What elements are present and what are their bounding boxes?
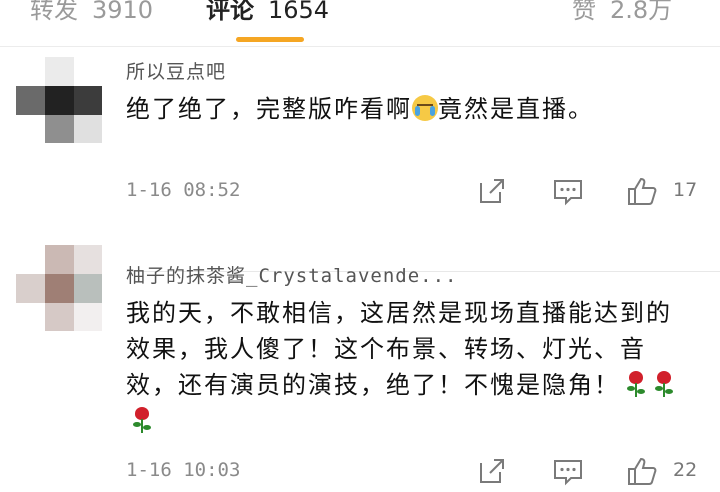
tab-count: 2.8万 [610,0,673,24]
tab-likes[interactable]: 赞 2.8万 [572,0,672,25]
comment-icon [554,460,582,486]
tab-label: 评论 [206,0,254,24]
thumbs-up-icon [628,457,657,485]
comment-text: 我的天，不敢相信，这居然是现场直播能达到的效果，我人傻了！这个布景、转场、灯光、… [126,295,686,439]
comment-icon [554,180,582,206]
tab-count: 1654 [268,0,330,24]
comment-timestamp: 1-16 10:03 [126,459,241,481]
comment-meta: 1-16 08:52 17 [126,175,706,211]
comment-timestamp: 1-16 08:52 [126,179,241,201]
avatar[interactable] [16,57,102,143]
comment-text-part: 我的天，不敢相信，这居然是现场直播能达到的效果，我人傻了！这个布景、转场、灯光、… [126,299,672,399]
active-tab-indicator [236,37,304,42]
tab-count: 3910 [92,0,154,24]
reply-button[interactable] [552,455,584,487]
tab-label: 赞 [572,0,596,24]
comment-item: 所以豆点吧 绝了绝了，完整版咋看啊 竟然是直播。 1-16 08:52 17 [0,47,720,272]
tab-comments[interactable]: 评论 1654 [206,0,329,25]
reply-button[interactable] [552,175,584,207]
share-button[interactable] [476,175,508,207]
comment-text-part: 竟然是直播。 [438,95,594,123]
comment-text-part: 绝了绝了，完整版咋看啊 [126,95,412,123]
share-icon [480,459,504,483]
comment-username[interactable]: 所以豆点吧 [126,57,226,84]
avatar[interactable] [16,245,102,331]
tab-bar: 转发 3910 评论 1654 赞 2.8万 [0,0,720,46]
like-button[interactable] [626,455,658,487]
comment-text: 绝了绝了，完整版咋看啊 竟然是直播。 [126,91,686,127]
comment-item: 柚子的抹茶酱_Crystalavende... 我的天，不敢相信，这居然是现场直… [0,233,720,492]
rose-icon [624,369,648,399]
like-button[interactable] [626,175,658,207]
comment-meta: 1-16 10:03 22 [126,455,706,491]
like-count: 17 [673,179,698,201]
share-button[interactable] [476,455,508,487]
thumbs-up-icon [628,177,657,205]
share-icon [480,179,504,203]
rose-icon [130,405,154,435]
tab-repost[interactable]: 转发 3910 [30,0,153,25]
comment-username[interactable]: 柚子的抹茶酱_Crystalavende... [126,261,457,288]
tab-label: 转发 [30,0,78,24]
like-count: 22 [673,459,698,481]
rose-icon [652,369,676,399]
crying-face-icon [412,95,438,121]
